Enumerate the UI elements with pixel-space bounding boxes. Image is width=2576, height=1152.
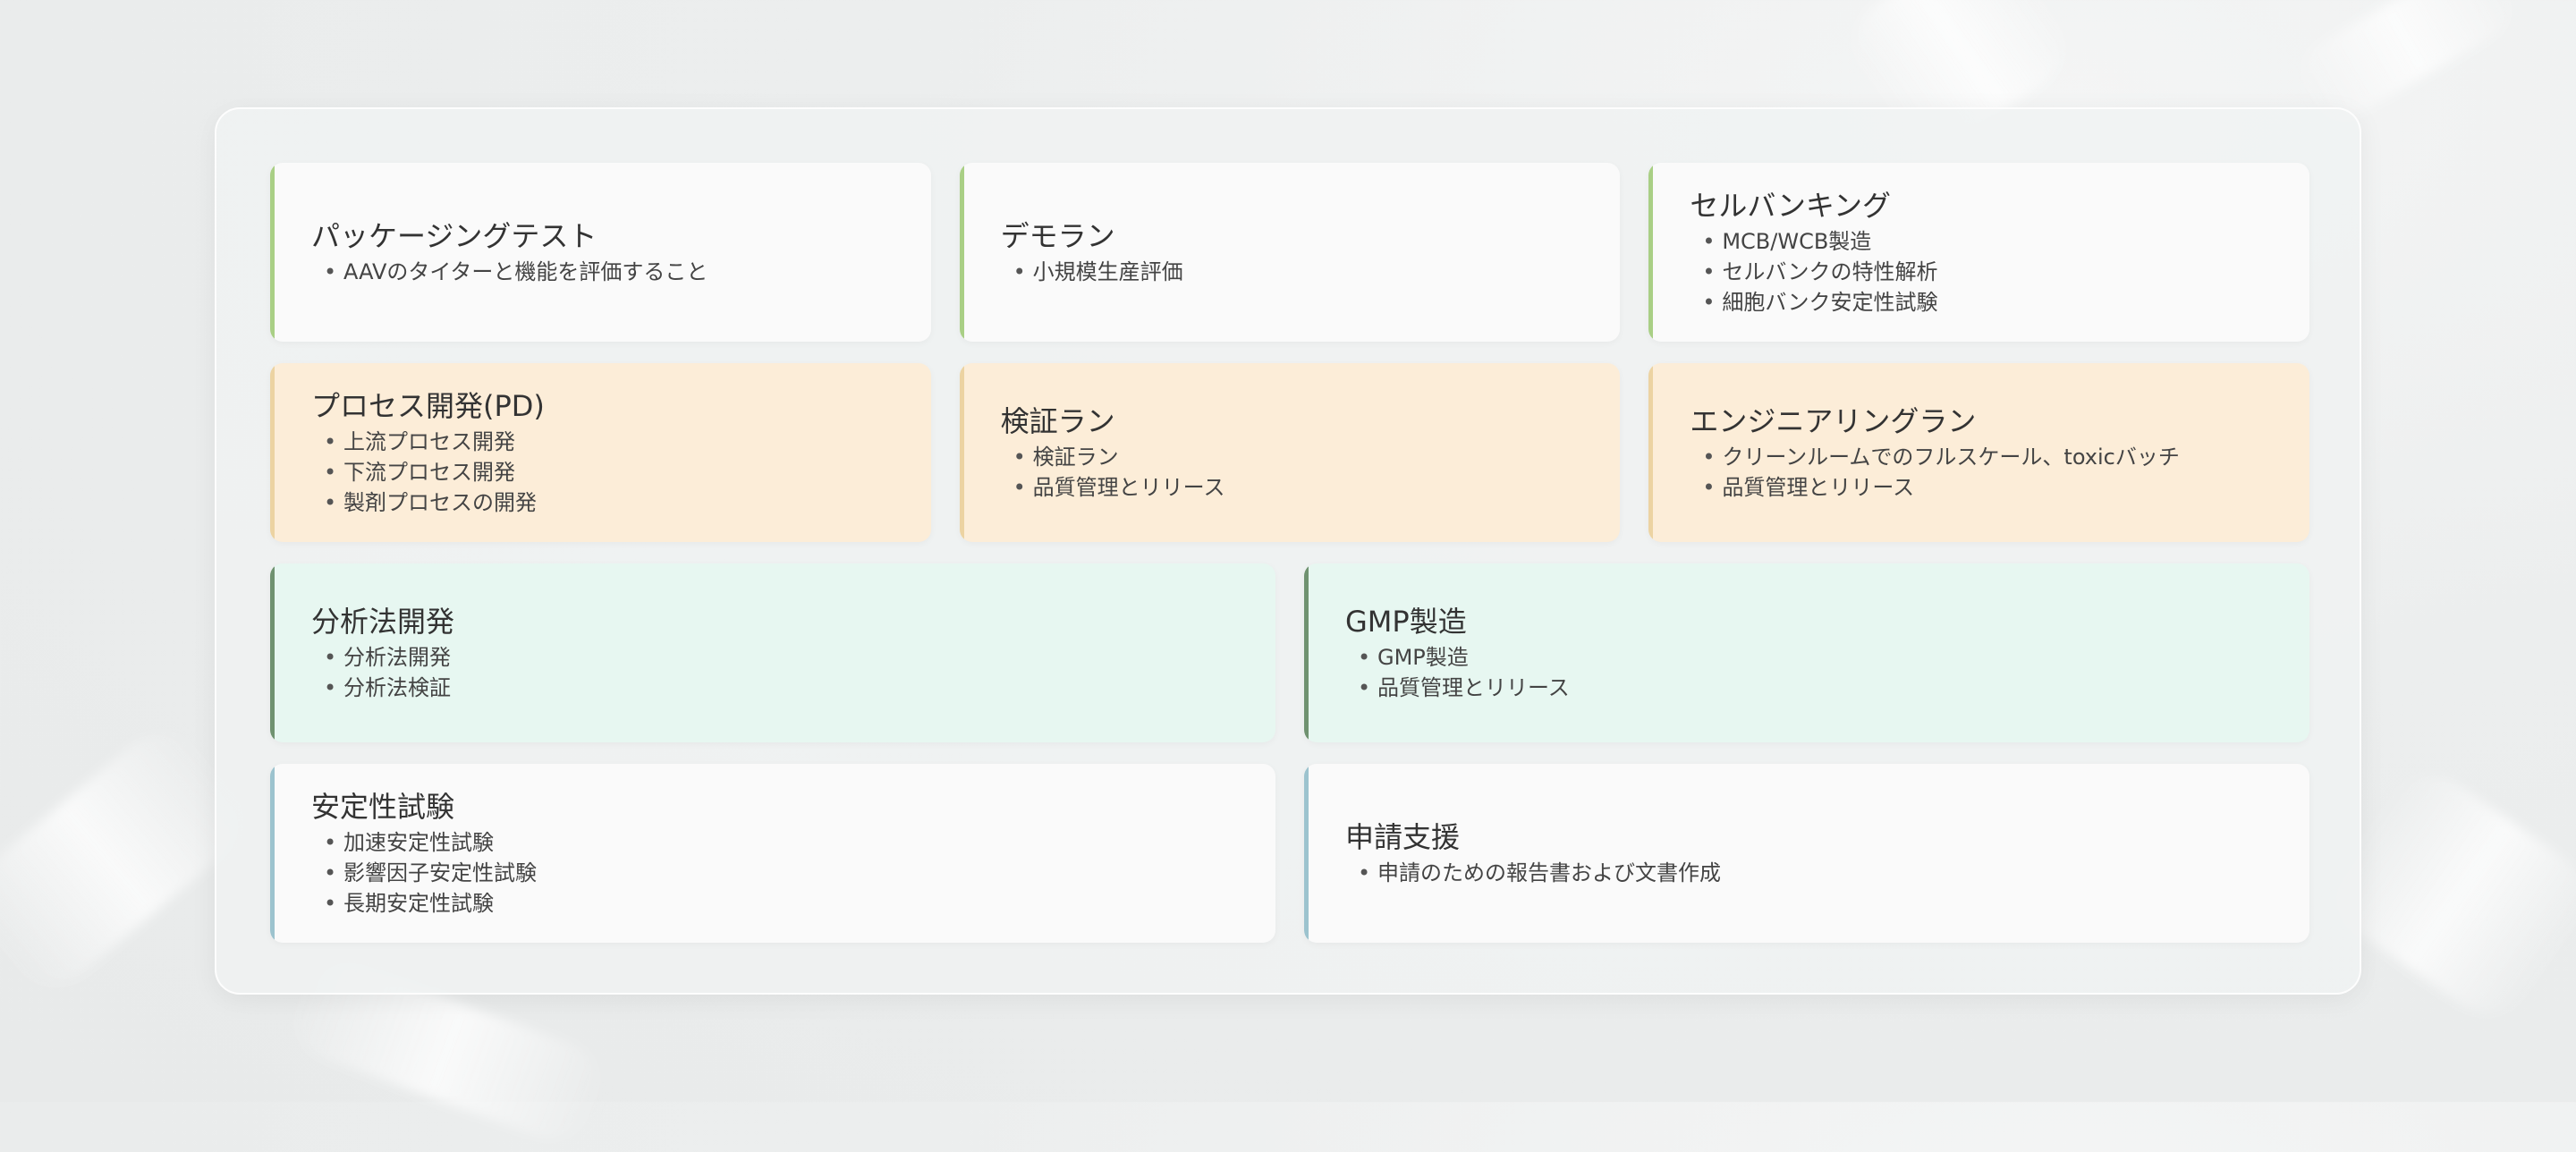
- card-title: 分析法開発: [311, 605, 455, 639]
- card-bullet-list: GMP製造 品質管理とリリース: [1345, 642, 2274, 703]
- card-demo-run: デモラン 小規模生産評価: [959, 163, 1621, 342]
- card-title: 検証ラン: [1000, 404, 1115, 438]
- list-item: 品質管理とリリース: [1358, 673, 2274, 703]
- list-item: GMP製造: [1358, 642, 2274, 673]
- list-item: クリーンルームでのフルスケール、toxicバッチ: [1702, 442, 2274, 472]
- services-row-3: 分析法開発 分析法開発 分析法検証 GMP製造 GMP製造 品質管理とリリース: [270, 563, 2309, 742]
- card-process-development: プロセス開発(PD) 上流プロセス開発 下流プロセス開発 製剤プロセスの開発: [270, 363, 931, 542]
- list-item: 小規模生産評価: [1013, 257, 1585, 287]
- services-panel: パッケージングテスト AAVのタイターと機能を評価すること デモラン 小規模生産…: [215, 107, 2361, 995]
- card-bullet-list: 申請のための報告書および文書作成: [1345, 858, 2274, 888]
- services-row-1: パッケージングテスト AAVのタイターと機能を評価すること デモラン 小規模生産…: [270, 163, 2309, 342]
- card-title: プロセス開発(PD): [311, 389, 545, 423]
- card-engineering-run: エンジニアリングラン クリーンルームでのフルスケール、toxicバッチ 品質管理…: [1648, 363, 2309, 542]
- card-bullet-list: 加速安定性試験 影響因子安定性試験 長期安定性試験: [311, 827, 1240, 919]
- card-title: GMP製造: [1345, 605, 1467, 639]
- card-bullet-list: 分析法開発 分析法検証: [311, 642, 1240, 703]
- list-item: 影響因子安定性試験: [324, 858, 1240, 888]
- list-item: 製剤プロセスの開発: [324, 487, 895, 518]
- list-item: 下流プロセス開発: [324, 457, 895, 487]
- card-title: 申請支援: [1345, 820, 1461, 854]
- list-item: MCB/WCB製造: [1702, 226, 2274, 257]
- card-bullet-list: AAVのタイターと機能を評価すること: [311, 257, 895, 287]
- card-title: デモラン: [1000, 219, 1115, 253]
- card-packaging-test: パッケージングテスト AAVのタイターと機能を評価すること: [270, 163, 931, 342]
- card-bullet-list: 検証ラン 品質管理とリリース: [1001, 442, 1585, 503]
- card-regulatory-support: 申請支援 申請のための報告書および文書作成: [1304, 764, 2309, 943]
- list-item: 細胞バンク安定性試験: [1702, 287, 2274, 318]
- list-item: 加速安定性試験: [324, 827, 1240, 858]
- card-title: セルバンキング: [1690, 189, 1891, 223]
- list-item: 検証ラン: [1013, 442, 1585, 472]
- card-gmp-manufacturing: GMP製造 GMP製造 品質管理とリリース: [1304, 563, 2309, 742]
- list-item: セルバンクの特性解析: [1702, 257, 2274, 287]
- card-title: エンジニアリングラン: [1690, 404, 1977, 438]
- card-cell-banking: セルバンキング MCB/WCB製造 セルバンクの特性解析 細胞バンク安定性試験: [1648, 163, 2309, 342]
- services-row-4: 安定性試験 加速安定性試験 影響因子安定性試験 長期安定性試験 申請支援 申請の…: [270, 764, 2309, 943]
- services-grid: パッケージングテスト AAVのタイターと機能を評価すること デモラン 小規模生産…: [270, 163, 2309, 943]
- card-title: 安定性試験: [311, 790, 455, 824]
- card-bullet-list: 上流プロセス開発 下流プロセス開発 製剤プロセスの開発: [311, 427, 895, 518]
- list-item: 品質管理とリリース: [1702, 472, 2274, 503]
- services-row-2: プロセス開発(PD) 上流プロセス開発 下流プロセス開発 製剤プロセスの開発 検…: [270, 363, 2309, 542]
- card-bullet-list: クリーンルームでのフルスケール、toxicバッチ 品質管理とリリース: [1690, 442, 2274, 503]
- list-item: 長期安定性試験: [324, 888, 1240, 919]
- card-analytical-method-development: 分析法開発 分析法開発 分析法検証: [270, 563, 1275, 742]
- list-item: 分析法開発: [324, 642, 1240, 673]
- list-item: 申請のための報告書および文書作成: [1358, 858, 2274, 888]
- list-item: 上流プロセス開発: [324, 427, 895, 457]
- list-item: 品質管理とリリース: [1013, 472, 1585, 503]
- card-bullet-list: MCB/WCB製造 セルバンクの特性解析 細胞バンク安定性試験: [1690, 226, 2274, 318]
- card-stability-testing: 安定性試験 加速安定性試験 影響因子安定性試験 長期安定性試験: [270, 764, 1275, 943]
- list-item: AAVのタイターと機能を評価すること: [324, 257, 895, 287]
- list-item: 分析法検証: [324, 673, 1240, 703]
- card-bullet-list: 小規模生産評価: [1001, 257, 1585, 287]
- card-title: パッケージングテスト: [311, 219, 597, 253]
- card-validation-run: 検証ラン 検証ラン 品質管理とリリース: [959, 363, 1621, 542]
